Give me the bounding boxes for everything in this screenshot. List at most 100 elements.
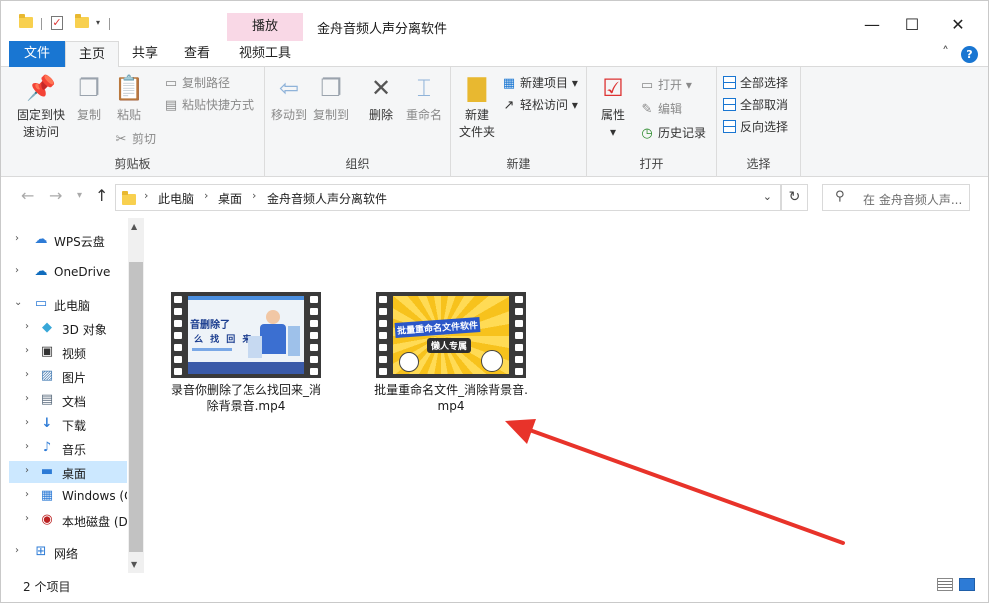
new-folder-icon: ▇	[467, 74, 487, 102]
nav-item-music[interactable]: › ♪ 音乐	[9, 437, 127, 459]
nav-item-label: 下载	[62, 419, 87, 433]
nav-item-3d-objects[interactable]: › ◆ 3D 对象	[9, 317, 127, 339]
item-count: 2 个项目	[23, 580, 71, 594]
file-item[interactable]: 音删除了 么 找 回 来 录音你删除了怎么找回来_消除背景音.mp4	[162, 292, 330, 414]
chevron-right-icon[interactable]: ›	[15, 265, 19, 276]
chevron-right-icon[interactable]: ›	[144, 189, 148, 202]
chevron-right-icon[interactable]: ›	[252, 189, 256, 202]
chevron-right-icon[interactable]: ›	[204, 189, 208, 202]
breadcrumb-this-pc[interactable]: 此电脑	[158, 190, 194, 207]
copy-to-button[interactable]: ❐ 复制到	[311, 73, 351, 124]
history-button[interactable]: ◷ 历史记录	[639, 123, 706, 143]
chevron-right-icon[interactable]: ›	[25, 393, 29, 404]
maximize-button[interactable]: ☐	[889, 9, 935, 41]
rename-button[interactable]: ⌶ 重命名	[403, 73, 445, 124]
breadcrumb-desktop[interactable]: 桌面	[218, 190, 242, 207]
chevron-down-icon[interactable]: ▾	[96, 18, 100, 27]
copy-button[interactable]: ❐ 复制	[71, 73, 107, 124]
nav-item-drive-d[interactable]: › ◉ 本地磁盘 (D	[9, 509, 127, 531]
nav-item-pictures[interactable]: › ▨ 图片	[9, 365, 127, 387]
new-folder-label-2: 文件夹	[458, 125, 495, 139]
chevron-right-icon[interactable]: ›	[25, 465, 29, 476]
chevron-right-icon[interactable]: ›	[25, 321, 29, 332]
large-icons-view-icon[interactable]	[959, 578, 975, 591]
scroll-up-icon[interactable]: ▲	[131, 222, 137, 231]
nav-item-network[interactable]: › ⊞ 网络	[9, 541, 127, 563]
tab-home[interactable]: 主页	[65, 41, 119, 68]
documents-icon: ▤	[40, 392, 54, 407]
chevron-right-icon[interactable]: ›	[25, 369, 29, 380]
properties-quick-icon[interactable]: ✓	[51, 16, 63, 30]
properties-button[interactable]: ☑ 属性 ▾	[595, 73, 631, 141]
address-bar[interactable]: › 此电脑 › 桌面 › 金舟音频人声分离软件 ⌄	[115, 184, 781, 211]
new-item-button[interactable]: ▦ 新建项目 ▾	[501, 73, 578, 93]
properties-check-icon: ☑	[602, 74, 624, 102]
tab-video-tools[interactable]: 视频工具	[227, 41, 303, 67]
chevron-right-icon[interactable]: ›	[25, 513, 29, 524]
chevron-right-icon[interactable]: ›	[15, 545, 19, 556]
chevron-right-icon[interactable]: ›	[25, 417, 29, 428]
scroll-down-icon[interactable]: ▼	[131, 560, 137, 569]
file-name[interactable]: 录音你删除了怎么找回来_消除背景音.mp4	[162, 382, 330, 414]
open-button[interactable]: ▭ 打开 ▾	[639, 75, 692, 95]
close-button[interactable]: ✕	[935, 9, 981, 41]
pin-quick-access-button[interactable]: 📌 固定到快 速访问	[13, 73, 69, 141]
nav-item-onedrive[interactable]: › ☁ OneDrive	[9, 261, 127, 283]
chevron-right-icon[interactable]: ›	[25, 489, 29, 500]
clipboard-group-label: 剪贴板	[114, 157, 151, 171]
nav-item-wps-cloud[interactable]: › ☁ WPS云盘	[9, 229, 127, 251]
move-to-button[interactable]: ⇦ 移动到	[269, 73, 309, 124]
chevron-right-icon[interactable]: ›	[25, 345, 29, 356]
nav-item-downloads[interactable]: › ↓ 下载	[9, 413, 127, 435]
network-icon: ⊞	[35, 544, 47, 559]
chevron-down-icon[interactable]: ⌄	[14, 297, 22, 308]
recent-chevron-icon[interactable]: ▾	[77, 190, 82, 201]
nav-scrollbar-thumb[interactable]	[129, 262, 143, 552]
chevron-right-icon[interactable]: ›	[25, 441, 29, 452]
nav-item-desktop[interactable]: › ▬ 桌面	[9, 461, 127, 483]
tab-share[interactable]: 共享	[121, 41, 169, 67]
nav-item-label: OneDrive	[54, 265, 111, 279]
collapse-ribbon-icon[interactable]: ˄	[942, 45, 949, 61]
new-folder-quick-icon[interactable]	[75, 14, 89, 28]
delete-button[interactable]: ✕ 删除	[363, 73, 399, 124]
invert-selection-button[interactable]: 反向选择	[723, 117, 788, 137]
select-none-button[interactable]: 全部取消	[723, 95, 788, 115]
nav-item-label: 桌面	[62, 467, 87, 481]
new-item-label: 新建项目	[520, 76, 569, 90]
cut-button[interactable]: ✂ 剪切	[113, 129, 156, 149]
file-item[interactable]: 批量重命名文件软件 懒人专属 批量重命名文件_消除背景音.mp4	[367, 292, 535, 414]
edit-button[interactable]: ✎ 编辑	[639, 99, 682, 119]
nav-item-this-pc[interactable]: ⌄ ▭ 此电脑	[9, 293, 127, 315]
nav-item-documents[interactable]: › ▤ 文档	[9, 389, 127, 411]
up-arrow-icon[interactable]: ↑	[95, 186, 108, 205]
new-folder-label-1: 新建	[464, 108, 489, 122]
tab-view[interactable]: 查看	[173, 41, 221, 67]
nav-item-drive-c[interactable]: › ▦ Windows (C	[9, 485, 127, 507]
breadcrumb-current-folder[interactable]: 金舟音频人声分离软件	[267, 190, 387, 207]
forward-arrow-icon[interactable]: →	[49, 186, 62, 205]
paste-button[interactable]: 📋 粘贴	[111, 73, 147, 124]
new-folder-button[interactable]: ▇ 新建 文件夹	[457, 73, 497, 141]
details-view-icon[interactable]	[937, 578, 953, 591]
download-icon: ↓	[41, 416, 53, 431]
nav-item-label: 视频	[62, 347, 87, 361]
tab-file[interactable]: 文件	[9, 41, 65, 67]
copy-path-button[interactable]: ▭ 复制路径	[163, 73, 230, 93]
select-all-button[interactable]: 全部选择	[723, 73, 788, 93]
new-group: ▇ 新建 文件夹 ▦ 新建项目 ▾ ↗ 轻松访问 ▾ 新建	[451, 67, 587, 177]
nav-item-videos[interactable]: › ▣ 视频	[9, 341, 127, 363]
help-icon[interactable]: ?	[961, 46, 978, 63]
back-arrow-icon[interactable]: ←	[21, 186, 34, 205]
select-group-label: 选择	[746, 157, 771, 171]
chevron-down-icon[interactable]: ⌄	[763, 190, 772, 203]
chevron-right-icon[interactable]: ›	[15, 233, 19, 244]
search-input[interactable]: ⚲ 在 金舟音频人声...	[822, 184, 970, 211]
easy-access-button[interactable]: ↗ 轻松访问 ▾	[501, 95, 578, 115]
file-name[interactable]: 批量重命名文件_消除背景音.mp4	[367, 382, 535, 414]
computer-icon: ▭	[34, 296, 48, 311]
refresh-button[interactable]: ↻	[781, 184, 808, 211]
tab-play-context[interactable]: 播放	[227, 13, 303, 41]
paste-shortcut-button[interactable]: ▤ 粘贴快捷方式	[163, 95, 254, 115]
film-strip-left	[376, 292, 390, 378]
